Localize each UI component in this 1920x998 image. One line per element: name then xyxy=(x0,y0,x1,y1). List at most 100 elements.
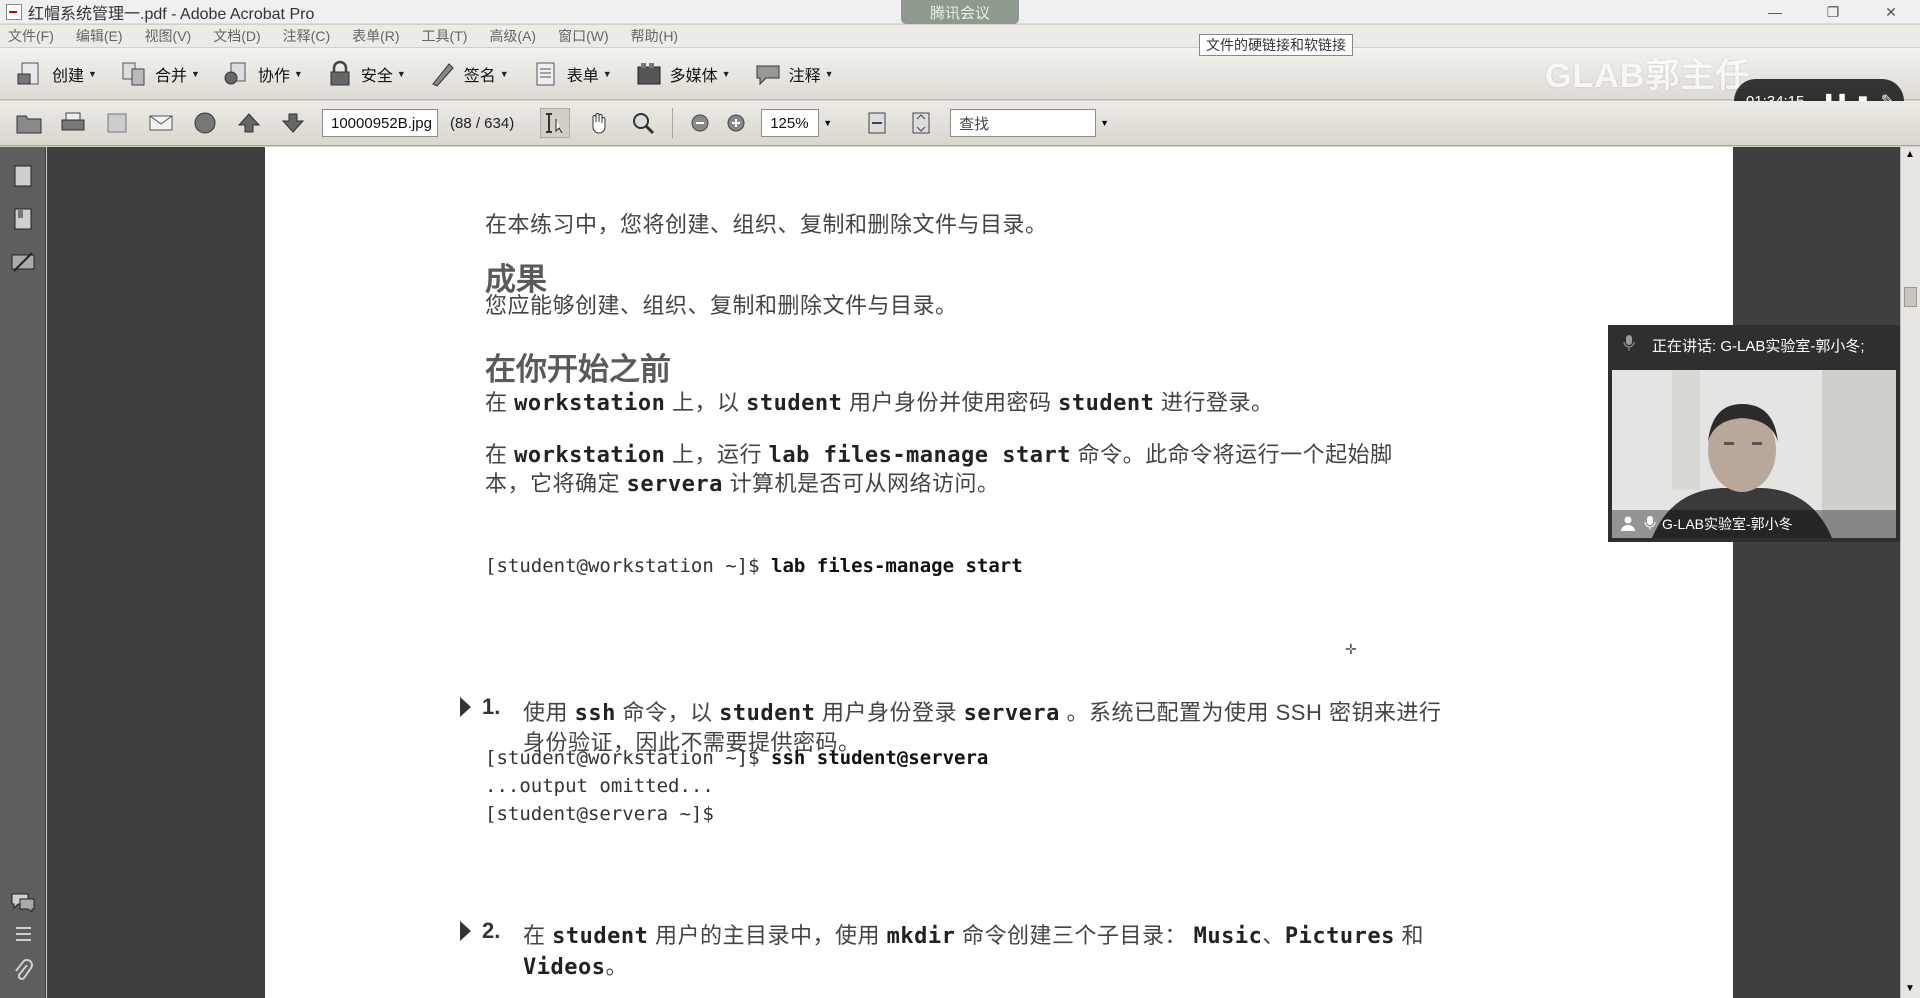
cursor-crosshair-icon: ✛ xyxy=(1345,641,1357,657)
run-host: servera xyxy=(626,472,723,497)
pages-icon[interactable] xyxy=(8,161,38,191)
step-user: student xyxy=(719,701,816,726)
chevron-down-icon: ▼ xyxy=(721,68,731,79)
comment-label: 注释 xyxy=(788,67,821,85)
command-block-2-line1: [student@workstation ~]$ ssh student@ser… xyxy=(485,747,988,769)
before-heading: 在你开始之前 xyxy=(485,352,671,387)
bookmarks-icon[interactable] xyxy=(8,204,38,234)
chevron-down-icon[interactable]: ▼ xyxy=(823,118,832,128)
comment-button[interactable]: 注释 ▼ xyxy=(753,57,834,91)
step-text: 命令创建三个子目录： xyxy=(961,923,1187,948)
sign-button[interactable]: 签名 ▼ xyxy=(428,57,509,91)
multimedia-button[interactable]: 多媒体 ▼ xyxy=(634,57,731,91)
shell-prompt: [student@workstation ~]$ xyxy=(485,555,760,577)
signatures-icon[interactable] xyxy=(8,247,38,277)
print-icon[interactable] xyxy=(58,108,88,138)
zoom-level-select[interactable]: 125% xyxy=(761,109,820,137)
save-icon[interactable] xyxy=(102,108,132,138)
pdf-app-icon xyxy=(6,3,22,20)
acrobat-window: 红帽系统管理一.pdf - Adobe Acrobat Pro 腾讯会议 — ❐… xyxy=(0,0,1920,998)
menu-view[interactable]: 视图(V) xyxy=(145,26,192,46)
microphone-icon xyxy=(1622,334,1636,357)
scrollbar-thumb[interactable] xyxy=(1904,287,1917,307)
multimedia-label: 多媒体 xyxy=(669,67,718,85)
forms-label: 表单 xyxy=(566,67,599,85)
run-text: 本，它将确定 xyxy=(485,471,621,496)
menu-comments[interactable]: 注释(C) xyxy=(283,26,330,46)
chevron-down-icon[interactable]: ▼ xyxy=(1100,118,1109,128)
email-icon[interactable] xyxy=(146,108,176,138)
create-button[interactable]: 创建 ▼ xyxy=(16,57,97,91)
command-block-1: [student@workstation ~]$ lab files-manag… xyxy=(485,555,1023,577)
scroll-up-icon[interactable]: ▲ xyxy=(1905,149,1915,160)
chevron-down-icon: ▼ xyxy=(824,68,834,79)
restore-button[interactable]: ❐ xyxy=(1804,0,1862,24)
speaker-panel: 正在讲话: G-LAB实验室-郭小冬; G-LAB实验室-郭小冬 xyxy=(1608,325,1900,542)
menu-advanced[interactable]: 高级(A) xyxy=(489,26,536,46)
menu-window[interactable]: 窗口(W) xyxy=(558,26,609,46)
pen-icon xyxy=(428,59,458,89)
camera-video[interactable]: G-LAB实验室-郭小冬 xyxy=(1612,370,1896,538)
outcome-text: 您应能够创建、组织、复制和删除文件与目录。 xyxy=(485,293,958,318)
watermark: GLAB郭主任 xyxy=(1545,57,1751,95)
fit-page-icon[interactable] xyxy=(862,108,892,138)
sign-label: 签名 xyxy=(463,67,496,85)
layers-icon[interactable] xyxy=(8,919,38,949)
speaking-indicator: 正在讲话: G-LAB实验室-郭小冬; xyxy=(1652,337,1865,355)
tooltip: 文件的硬链接和软链接 xyxy=(1199,34,1353,56)
zoom-in-icon[interactable] xyxy=(721,108,751,138)
meeting-tab[interactable]: 腾讯会议 xyxy=(901,0,1019,24)
previous-page-icon[interactable] xyxy=(234,108,264,138)
step-text: 、 xyxy=(1262,923,1285,948)
full-screen-icon[interactable] xyxy=(906,108,936,138)
security-label: 安全 xyxy=(360,67,393,85)
title-bar: 红帽系统管理一.pdf - Adobe Acrobat Pro 腾讯会议 — ❐… xyxy=(0,0,1920,24)
collapse-arrow-icon[interactable] xyxy=(460,697,471,717)
page-number-input[interactable]: 10000952B.jpg xyxy=(322,109,438,137)
minimize-button[interactable]: — xyxy=(1746,0,1804,24)
run-command: lab files-manage start xyxy=(768,443,1072,468)
comments-panel-icon[interactable] xyxy=(8,887,38,917)
zoom-out-icon[interactable] xyxy=(685,108,715,138)
user-icon xyxy=(1620,515,1636,534)
multimedia-icon xyxy=(634,59,664,89)
menu-tools[interactable]: 工具(T) xyxy=(422,26,468,46)
select-text-icon[interactable] xyxy=(540,108,571,138)
merge-button[interactable]: 合并 ▼ xyxy=(119,57,200,91)
next-page-icon[interactable] xyxy=(278,108,308,138)
create-label: 创建 xyxy=(52,67,85,85)
menu-forms[interactable]: 表单(R) xyxy=(352,26,399,46)
find-input[interactable]: 查找 xyxy=(950,109,1097,137)
document-viewport[interactable]: 在本练习中，您将创建、组织、复制和删除文件与目录。 成果 您应能够创建、组织、复… xyxy=(47,147,1900,998)
pdf-page: 在本练习中，您将创建、组织、复制和删除文件与目录。 成果 您应能够创建、组织、复… xyxy=(265,147,1733,998)
security-button[interactable]: 安全 ▼ xyxy=(325,57,406,91)
run-instruction-line2: 本，它将确定 servera 计算机是否可从网络访问。 xyxy=(485,466,1000,498)
step-text: 用户的主目录中，使用 xyxy=(654,923,880,948)
menu-document[interactable]: 文档(D) xyxy=(213,26,260,46)
hand-tool-icon[interactable] xyxy=(584,108,614,138)
close-button[interactable]: ✕ xyxy=(1862,0,1920,24)
forms-button[interactable]: 表单 ▼ xyxy=(531,57,612,91)
login-text: 上，以 xyxy=(671,390,740,415)
step-2-text: 在 student 用户的主目录中，使用 mkdir 命令创建三个子目录： Mu… xyxy=(523,918,1424,950)
step-directory: Pictures xyxy=(1284,924,1395,949)
scroll-down-icon[interactable]: ▼ xyxy=(1905,983,1915,994)
merge-label: 合并 xyxy=(154,67,187,85)
collapse-arrow-icon[interactable] xyxy=(460,921,471,941)
collaborate-button[interactable]: 协作 ▼ xyxy=(222,57,303,91)
toolbar-separator xyxy=(672,108,674,138)
menu-help[interactable]: 帮助(H) xyxy=(631,26,678,46)
login-text: 用户身份并使用密码 xyxy=(848,390,1052,415)
navigation-toolbar: 10000952B.jpg (88 / 634) 125% ▼ 查找 ▼ xyxy=(0,101,1920,146)
attachments-icon[interactable] xyxy=(8,955,38,985)
window-controls: — ❐ ✕ xyxy=(1746,0,1920,24)
chevron-down-icon: ▼ xyxy=(293,68,303,79)
login-user: student xyxy=(746,391,843,416)
vertical-scrollbar[interactable]: ▲ ▼ xyxy=(1900,147,1920,998)
search-web-icon[interactable] xyxy=(190,108,220,138)
menu-edit[interactable]: 编辑(E) xyxy=(76,26,123,46)
form-icon xyxy=(531,59,561,89)
open-folder-icon[interactable] xyxy=(14,108,44,138)
menu-file[interactable]: 文件(F) xyxy=(8,26,54,46)
zoom-tool-icon[interactable] xyxy=(628,108,658,138)
